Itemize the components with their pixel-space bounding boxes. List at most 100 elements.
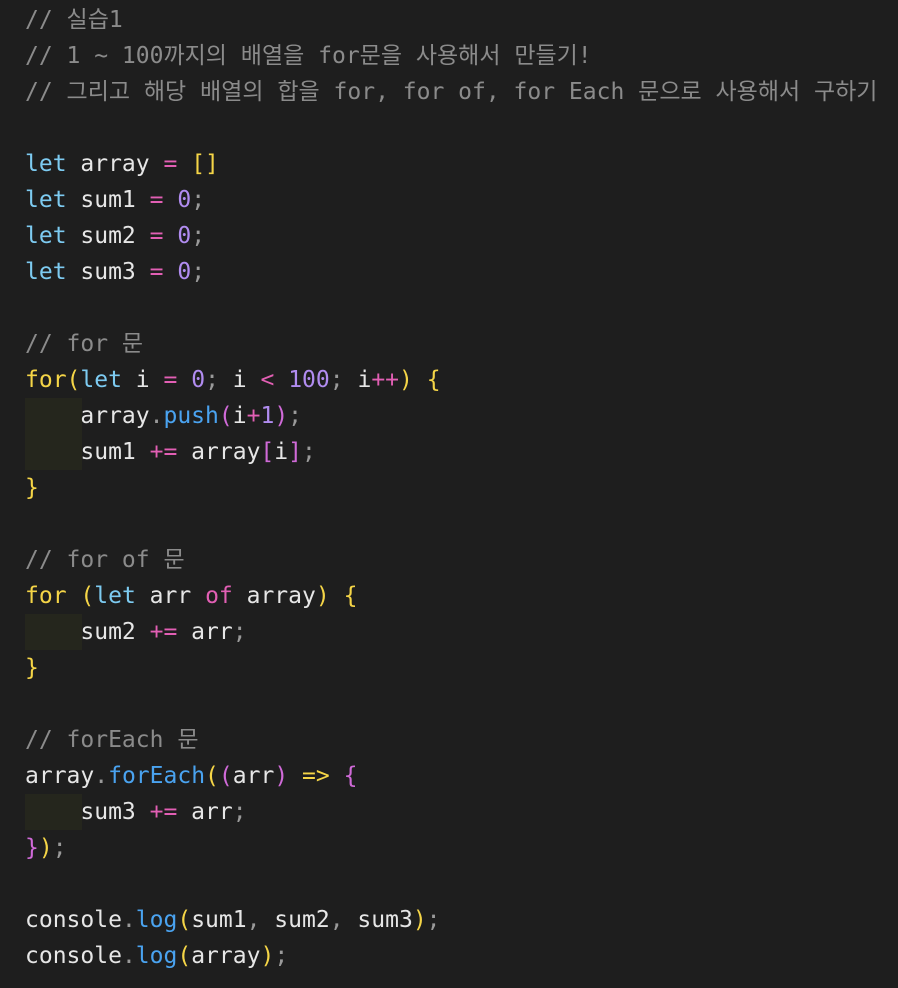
code-token: = <box>149 223 164 249</box>
code-token: let <box>94 583 136 609</box>
code-token: i <box>343 367 372 393</box>
code-line[interactable]: sum2 += arr; <box>25 614 247 650</box>
code-line[interactable]: sum1 += array[i]; <box>25 434 315 470</box>
code-token: ] <box>288 439 302 465</box>
code-token: array <box>177 439 261 465</box>
code-token: i <box>218 367 261 393</box>
code-token: [] <box>191 151 219 177</box>
code-line[interactable]: }); <box>25 830 67 866</box>
code-line[interactable]: } <box>25 650 39 686</box>
code-token: , <box>246 907 261 933</box>
code-token: sum3 <box>25 799 150 825</box>
code-token: // 실습1 <box>25 7 123 33</box>
code-token: { <box>343 583 358 609</box>
code-token: log <box>135 943 178 969</box>
code-token: ; <box>52 835 67 861</box>
code-token: += <box>149 439 178 465</box>
code-token: i <box>274 439 289 465</box>
code-token: [ <box>260 439 275 465</box>
code-line[interactable]: } <box>25 470 39 506</box>
code-line[interactable]: let array = [] <box>25 146 219 182</box>
code-token: log <box>135 907 178 933</box>
code-token: 0 <box>177 187 192 213</box>
code-line[interactable]: sum3 += arr; <box>25 794 246 830</box>
code-line[interactable]: let sum2 = 0; <box>25 218 205 254</box>
code-token: arr <box>135 583 206 609</box>
code-token: sum2 <box>66 223 150 249</box>
code-token: ) <box>38 835 53 861</box>
code-token: = <box>149 187 164 213</box>
code-token: ; <box>191 259 206 285</box>
code-line[interactable]: console.log(array); <box>25 938 288 974</box>
code-token: array <box>25 763 95 789</box>
code-token: sum1 <box>66 187 150 213</box>
code-token: let <box>80 367 122 393</box>
code-token: ) <box>260 943 275 969</box>
code-token: 0 <box>177 223 192 249</box>
code-token: ( <box>66 367 81 393</box>
code-token: += <box>149 799 178 825</box>
code-token: ; <box>288 403 303 429</box>
code-token: sum3 <box>66 259 150 285</box>
code-token: ; <box>191 223 206 249</box>
code-line[interactable]: for(let i = 0; i < 100; i++) { <box>25 362 441 398</box>
code-token: . <box>121 943 136 969</box>
code-editor[interactable]: // 실습1 // 1 ~ 100까지의 배열을 for문을 사용해서 만들기! /… <box>0 0 898 988</box>
code-line[interactable]: // for 문 <box>25 326 143 362</box>
code-line[interactable]: let sum1 = 0; <box>25 182 205 218</box>
code-token: . <box>149 403 164 429</box>
code-token: // for 문 <box>25 331 144 357</box>
code-token: ; <box>329 367 344 393</box>
code-token: = <box>163 367 178 393</box>
code-line[interactable]: // 그리고 해당 배열의 합을 for, for of, for Each 문… <box>25 74 877 110</box>
code-token: ) <box>274 403 289 429</box>
code-line[interactable]: array.push(i+1); <box>25 398 302 434</box>
code-token: let <box>25 223 67 249</box>
code-token: . <box>94 763 109 789</box>
code-token: console <box>25 943 122 969</box>
code-line[interactable]: for (let arr of array) { <box>25 578 357 614</box>
code-token: } <box>25 835 39 861</box>
code-token: ; <box>205 367 219 393</box>
code-token: 0 <box>191 367 206 393</box>
code-token: { <box>343 763 358 789</box>
code-token: ; <box>232 619 247 645</box>
code-token: + <box>246 403 261 429</box>
code-line[interactable]: // forEach 문 <box>25 722 198 758</box>
code-token: of <box>205 583 233 609</box>
code-token: { <box>426 367 441 393</box>
code-token: < <box>260 367 275 393</box>
code-token: // 1 ~ 100까지의 배열을 for문을 사용해서 만들기! <box>25 43 592 69</box>
code-token: sum2 <box>25 619 150 645</box>
code-token: i <box>121 367 164 393</box>
code-token: arr <box>177 799 233 825</box>
code-token: ( <box>205 763 219 789</box>
code-token: forEach <box>108 763 206 789</box>
code-token: array <box>191 943 261 969</box>
code-line[interactable]: let sum3 = 0; <box>25 254 205 290</box>
code-line[interactable]: console.log(sum1, sum2, sum3); <box>25 902 441 938</box>
code-line[interactable]: array.forEach((arr) => { <box>25 758 357 794</box>
code-token: // forEach 문 <box>25 727 199 753</box>
code-token: ( <box>177 943 192 969</box>
code-token: let <box>25 187 67 213</box>
code-token: , <box>329 907 344 933</box>
code-token: array <box>232 583 316 609</box>
code-line[interactable]: // 1 ~ 100까지의 배열을 for문을 사용해서 만들기! <box>25 38 592 74</box>
code-token: ) <box>315 583 330 609</box>
code-token: array <box>25 403 150 429</box>
code-line[interactable]: // for of 문 <box>25 542 185 578</box>
code-token: let <box>25 259 67 285</box>
code-token: for <box>25 367 67 393</box>
code-token: 1 <box>260 403 275 429</box>
code-token: ; <box>191 187 206 213</box>
code-line[interactable]: // 실습1 <box>25 2 123 38</box>
code-token: arr <box>232 763 275 789</box>
code-token: let <box>25 151 67 177</box>
